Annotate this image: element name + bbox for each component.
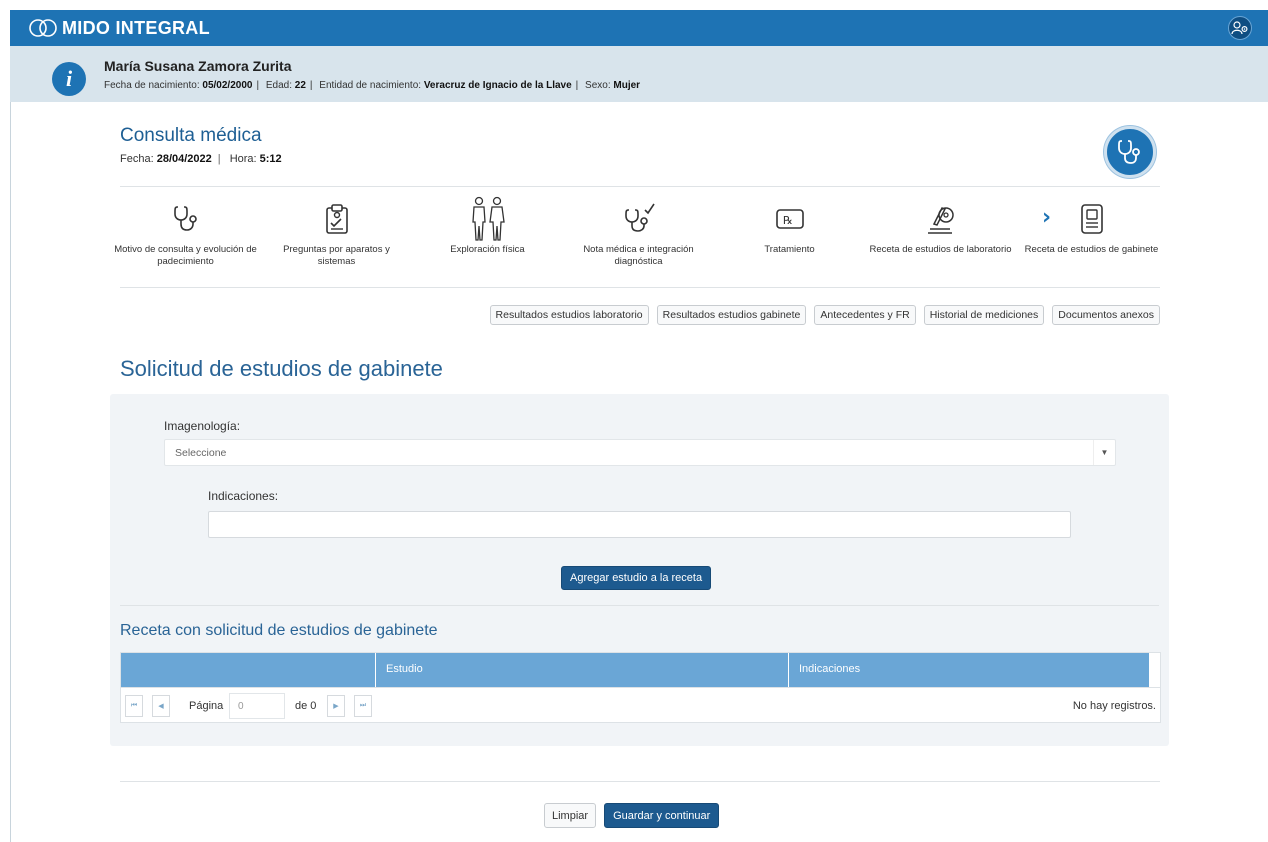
app-logo[interactable]: MIDO INTEGRAL xyxy=(26,16,210,40)
top-navbar: MIDO INTEGRAL xyxy=(10,10,1268,46)
birth-label: Fecha de nacimiento: xyxy=(104,80,200,91)
patient-info-bar: i María Susana Zamora Zurita Fecha de na… xyxy=(10,46,1268,102)
sex-label: Sexo: xyxy=(585,80,611,91)
indications-input[interactable] xyxy=(208,511,1071,538)
divider xyxy=(120,605,1159,606)
patient-details: Fecha de nacimiento: 05/02/2000 | Edad: 2… xyxy=(104,80,641,91)
stethoscope-icon xyxy=(1118,140,1140,164)
step-preguntas-aparatos[interactable]: Preguntas por aparatos y sistemas xyxy=(261,196,412,276)
table-pager: ⏮ ◀ Página 0 de 0 ▶ ⏭ No hay registros. xyxy=(121,687,1160,723)
time-value: 5:12 xyxy=(259,153,282,165)
patient-name: María Susana Zamora Zurita xyxy=(104,58,292,74)
user-gear-icon xyxy=(1231,21,1248,35)
document-icon xyxy=(1080,204,1103,234)
chevron-down-icon[interactable]: ▼ xyxy=(1093,440,1115,465)
step-receta-gabinete[interactable]: › Receta de estudios de gabinete xyxy=(1016,196,1167,276)
info-icon[interactable]: i xyxy=(52,62,86,96)
app-name: MIDO INTEGRAL xyxy=(62,17,210,38)
last-page-icon[interactable]: ⏭ xyxy=(354,695,372,717)
page-label: Página xyxy=(189,700,224,712)
attached-documents-button[interactable]: Documentos anexos xyxy=(1052,305,1160,325)
section-title: Solicitud de estudios de gabinete xyxy=(120,356,443,381)
recipe-title: Receta con solicitud de estudios de gabi… xyxy=(120,622,438,639)
first-page-icon[interactable]: ⏮ xyxy=(125,695,143,717)
step-label: Preguntas por aparatos y sistemas xyxy=(283,244,390,267)
request-panel: Imagenología: Seleccione ▼ Indicaciones:… xyxy=(110,394,1169,746)
birth-value: 05/02/2000 xyxy=(202,80,253,91)
cabinet-results-button[interactable]: Resultados estudios gabinete xyxy=(656,305,807,325)
active-step-arrow-icon: › xyxy=(1042,205,1052,230)
stethoscope-icon xyxy=(173,206,197,231)
body-figures-icon xyxy=(471,196,505,241)
left-border xyxy=(10,102,11,842)
stethoscope-check-icon xyxy=(624,203,655,232)
date-label: Fecha: xyxy=(120,153,154,165)
sex-value: Mujer xyxy=(613,80,641,91)
step-nota-medica[interactable]: Nota médica e integración diagnóstica xyxy=(563,196,714,276)
clipboard-icon xyxy=(325,204,348,234)
clear-button[interactable]: Limpiar xyxy=(544,803,597,828)
history-risk-button[interactable]: Antecedentes y FR xyxy=(814,305,916,325)
step-exploracion-fisica[interactable]: Exploración física xyxy=(412,196,563,276)
empty-records-text: No hay registros. xyxy=(1072,700,1156,712)
step-label: Receta de estudios de gabinete xyxy=(1024,244,1159,255)
step-receta-laboratorio[interactable]: Receta de estudios de laboratorio xyxy=(865,196,1016,276)
step-label: Tratamiento xyxy=(764,244,815,255)
indications-label: Indicaciones: xyxy=(208,489,279,503)
consult-steps: Motivo de consulta y evolución de padeci… xyxy=(110,196,1170,276)
microscope-icon xyxy=(927,207,954,234)
entity-label: Entidad de nacimiento: xyxy=(319,80,422,91)
divider xyxy=(120,186,1160,187)
related-actions: Resultados estudios laboratorio Resultad… xyxy=(489,305,1160,325)
consult-badge xyxy=(1104,126,1156,178)
column-header-study[interactable]: Estudio xyxy=(376,653,789,687)
add-study-button[interactable]: Agregar estudio a la receta xyxy=(561,566,712,590)
form-actions: Limpiar Guardar y continuar xyxy=(544,803,720,828)
entity-value: Veracruz de Ignacio de la Llave xyxy=(423,80,572,91)
imaging-select[interactable]: Seleccione ▼ xyxy=(164,439,1116,466)
save-continue-button[interactable]: Guardar y continuar xyxy=(604,803,720,828)
divider xyxy=(120,781,1160,782)
prev-page-icon[interactable]: ◀ xyxy=(152,695,170,717)
step-label: Receta de estudios de laboratorio xyxy=(869,244,1012,255)
lab-results-button[interactable]: Resultados estudios laboratorio xyxy=(489,305,649,325)
step-label: Nota médica e integración diagnóstica xyxy=(583,244,694,267)
age-value: 22 xyxy=(294,80,306,91)
svg-text:℞: ℞ xyxy=(783,214,793,227)
column-header-indications[interactable]: Indicaciones xyxy=(789,653,1149,687)
recipe-table: Estudio Indicaciones ⏮ ◀ Página 0 de 0 ▶… xyxy=(120,652,1161,723)
column-header-actions xyxy=(121,653,376,687)
user-settings-button[interactable] xyxy=(1228,16,1252,40)
page-total: de 0 xyxy=(295,700,317,712)
step-motivo-consulta[interactable]: Motivo de consulta y evolución de padeci… xyxy=(110,196,261,276)
logo-icon xyxy=(29,19,57,37)
time-label: Hora: xyxy=(229,153,257,165)
date-value: 28/04/2022 xyxy=(156,153,212,165)
page-number-input[interactable]: 0 xyxy=(229,693,285,719)
consult-datetime: Fecha: 28/04/2022 | Hora: 5:12 xyxy=(120,153,282,165)
imaging-label: Imagenología: xyxy=(164,419,241,433)
step-tratamiento[interactable]: ℞ Tratamiento xyxy=(714,196,865,276)
table-header: Estudio Indicaciones xyxy=(121,653,1149,687)
measurements-history-button[interactable]: Historial de mediciones xyxy=(923,305,1045,325)
prescription-icon: ℞ xyxy=(775,209,804,229)
step-label: Motivo de consulta y evolución de padeci… xyxy=(114,244,257,267)
step-label: Exploración física xyxy=(450,244,525,255)
next-page-icon[interactable]: ▶ xyxy=(327,695,345,717)
imaging-placeholder: Seleccione xyxy=(175,447,227,459)
consult-title: Consulta médica xyxy=(120,125,262,146)
age-label: Edad: xyxy=(265,80,292,91)
divider xyxy=(120,287,1160,288)
